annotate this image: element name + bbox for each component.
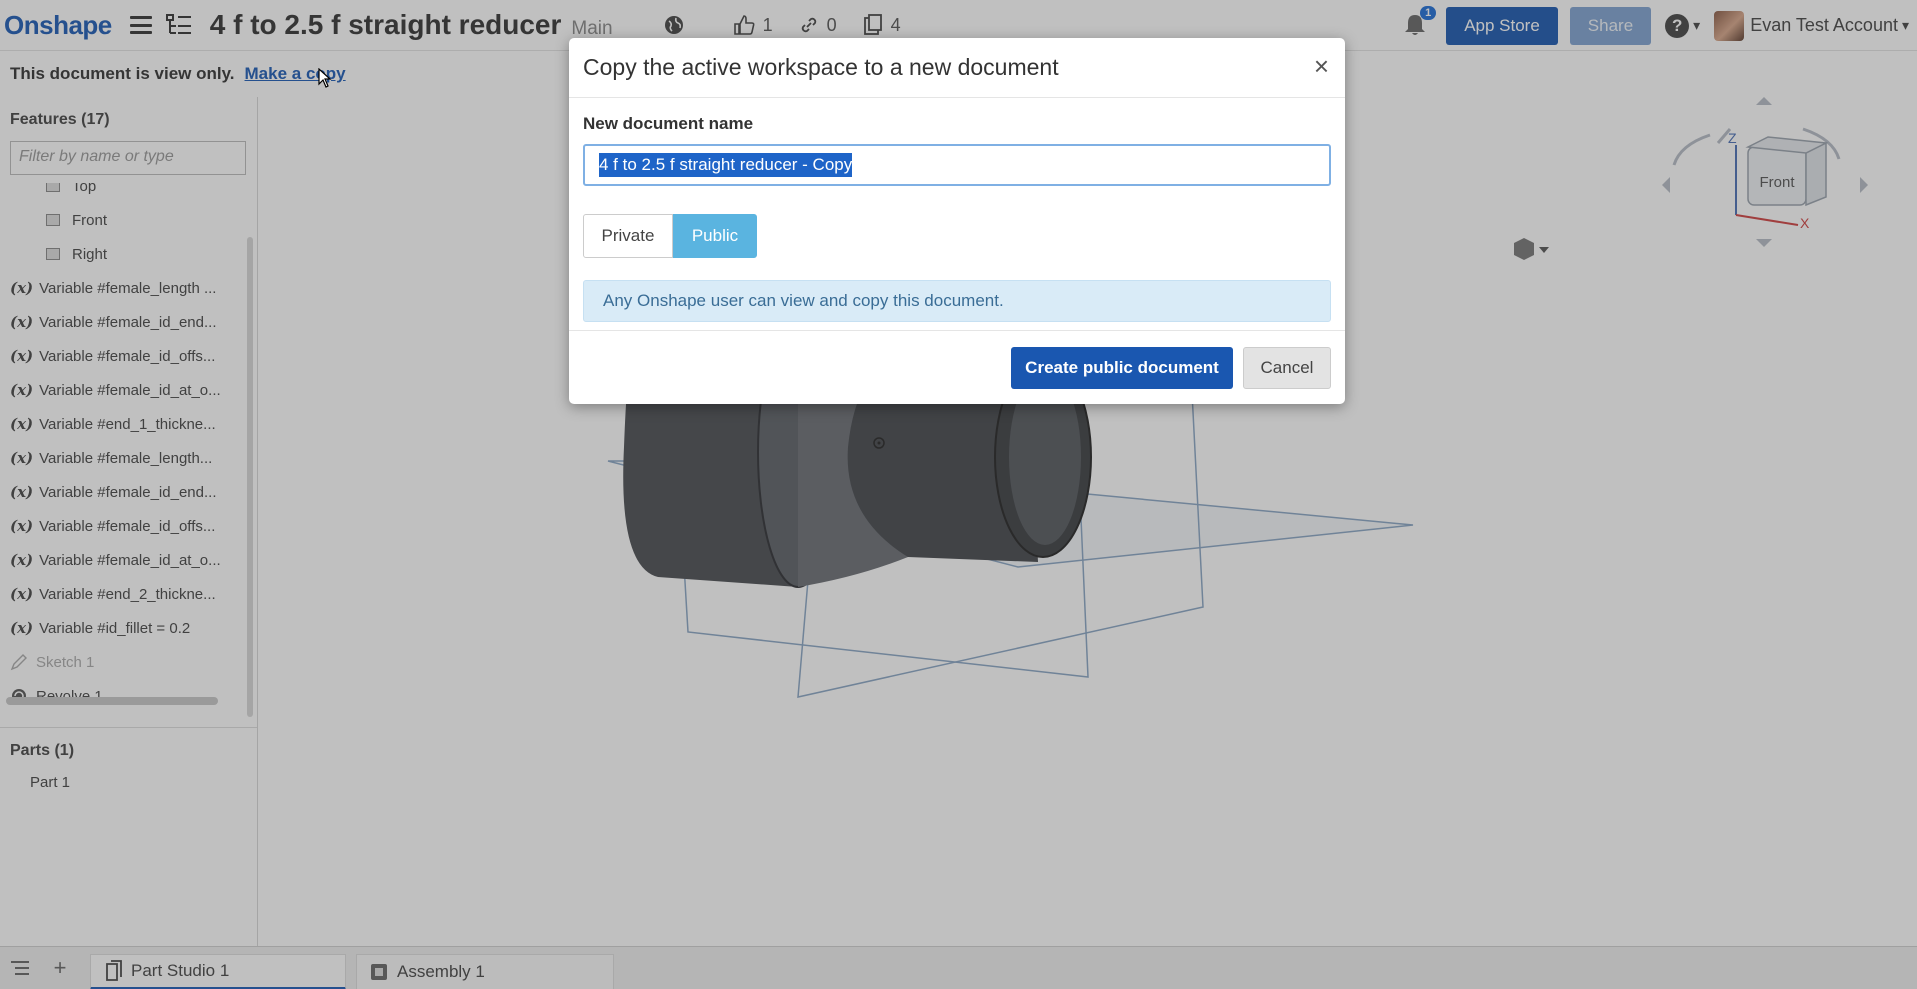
close-icon[interactable]: × [1314, 53, 1329, 79]
copy-document-dialog: Copy the active workspace to a new docum… [569, 38, 1345, 404]
mouse-cursor-icon [318, 68, 332, 88]
document-name-label: New document name [583, 114, 754, 133]
create-public-document-button[interactable]: Create public document [1011, 347, 1233, 389]
visibility-toggle: Private Public [583, 214, 1331, 258]
public-option-button[interactable]: Public [673, 214, 757, 258]
visibility-notice: Any Onshape user can view and copy this … [583, 280, 1331, 322]
cancel-button[interactable]: Cancel [1243, 347, 1331, 389]
dialog-title: Copy the active workspace to a new docum… [583, 54, 1059, 80]
document-name-value: 4 f to 2.5 f straight reducer - Copy [599, 153, 853, 177]
document-name-input[interactable]: 4 f to 2.5 f straight reducer - Copy [583, 144, 1331, 186]
private-option-button[interactable]: Private [583, 214, 673, 258]
